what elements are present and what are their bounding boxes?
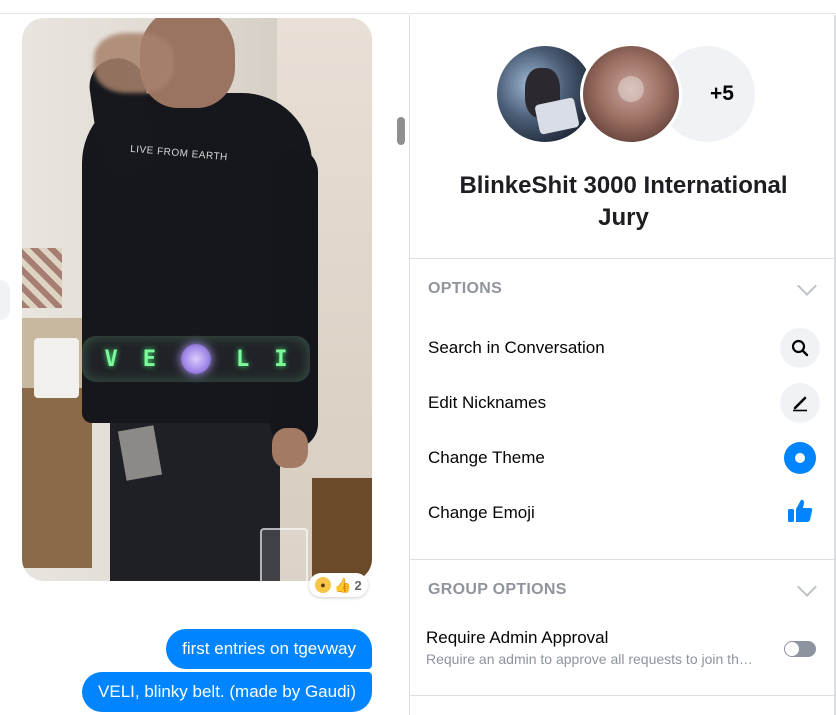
divider — [410, 258, 835, 259]
conversation-info-pane: +5 BlinkeShit 3000 International Jury OP… — [409, 15, 836, 715]
belt-letter: L — [236, 346, 250, 372]
search-in-conversation-option[interactable]: Search in Conversation — [428, 338, 605, 358]
photo-raised-hand — [94, 33, 174, 93]
like-reaction-icon: 👍 — [334, 576, 352, 593]
photo-arm — [270, 148, 318, 448]
chevron-down-icon[interactable] — [797, 276, 817, 296]
require-admin-approval-label: Require Admin Approval — [426, 628, 609, 647]
messenger-window: LIVE FROM EARTH V E L I ● 👍 2 first entr… — [0, 0, 836, 715]
message-bubble[interactable]: VELI, blinky belt. (made by Gaudi) — [82, 672, 372, 712]
divider — [410, 695, 835, 696]
photo-tiles — [22, 248, 62, 308]
led-belt: V E L I — [82, 336, 310, 382]
belt-letter: E — [142, 346, 156, 372]
options-header[interactable]: OPTIONS — [428, 280, 502, 298]
top-divider — [0, 0, 836, 14]
left-edge-tab[interactable] — [0, 280, 10, 320]
chat-pane[interactable]: LIVE FROM EARTH V E L I ● 👍 2 first entr… — [0, 15, 409, 715]
message-bubble[interactable]: first entries on tgevway — [166, 629, 372, 669]
group-options-header[interactable]: GROUP OPTIONS — [428, 581, 567, 599]
more-members-count: +5 — [710, 82, 734, 105]
divider — [410, 559, 835, 560]
reaction-count: 2 — [354, 577, 362, 593]
theme-icon[interactable] — [784, 442, 816, 474]
belt-heart-icon — [181, 344, 211, 374]
search-icon[interactable] — [780, 328, 820, 368]
avatar — [580, 43, 682, 145]
photo-appliance — [34, 338, 79, 398]
photo-hand — [272, 428, 308, 468]
require-admin-approval-description: Require an admin to approve all requests… — [426, 651, 753, 667]
change-theme-option[interactable]: Change Theme — [428, 448, 545, 468]
chat-scrollbar[interactable] — [397, 117, 405, 145]
belt-letter: V — [104, 346, 118, 372]
photo-glass — [260, 528, 308, 581]
thumbs-up-icon[interactable] — [784, 495, 816, 527]
photo-table — [312, 478, 372, 581]
message-photo[interactable]: LIVE FROM EARTH V E L I — [22, 18, 372, 581]
conversation-title: BlinkeShit 3000 International Jury — [459, 172, 788, 231]
wow-reaction-icon: ● — [315, 577, 331, 593]
group-avatars[interactable]: +5 — [494, 43, 758, 145]
pencil-icon[interactable] — [780, 383, 820, 423]
photo-pants — [110, 398, 280, 581]
change-emoji-option[interactable]: Change Emoji — [428, 503, 535, 523]
belt-letter: I — [274, 346, 288, 372]
chevron-down-icon[interactable] — [797, 577, 817, 597]
edit-nicknames-option[interactable]: Edit Nicknames — [428, 393, 546, 413]
reaction-badge[interactable]: ● 👍 2 — [309, 573, 368, 597]
require-admin-approval-toggle[interactable] — [784, 641, 816, 657]
